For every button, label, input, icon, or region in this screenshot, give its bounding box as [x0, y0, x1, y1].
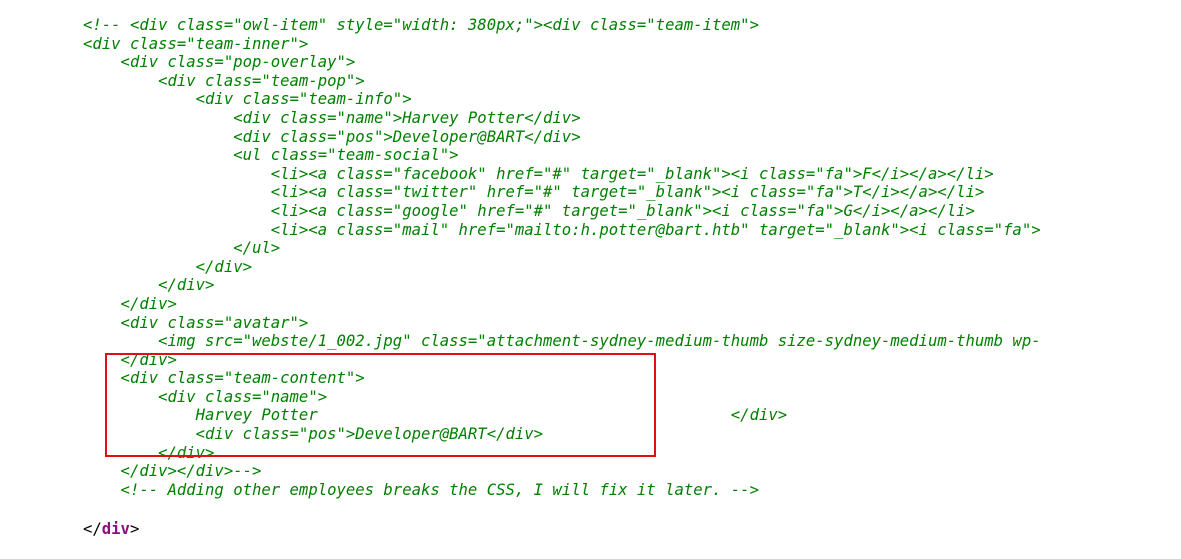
code-line: <ul class="team-social">: [83, 146, 459, 165]
code-line: </div>: [83, 257, 252, 276]
code-line: <div class="team-pop">: [83, 71, 365, 90]
code-line: <div class="pos">Developer@BART</div>: [83, 127, 581, 146]
code-line: <li><a class="google" href="#" target="_…: [83, 201, 975, 220]
source-code-view: <!-- <div class="owl-item" style="width:…: [0, 0, 1181, 559]
code-line: <div class="avatar">: [83, 313, 309, 332]
code-line: <li><a class="twitter" href="#" target="…: [83, 183, 985, 202]
code-line: <div class="name">: [83, 387, 328, 406]
code-line: <div class="name">Harvey Potter</div>: [83, 108, 581, 127]
code-line: <div class="pop-overlay">: [83, 53, 356, 72]
code-line: <li><a class="mail" href="mailto:h.potte…: [83, 220, 1041, 239]
code-line: </div></div>-->: [83, 462, 262, 481]
code-line: </ul>: [83, 239, 281, 258]
code-line: </div>: [83, 294, 177, 313]
closing-tag-close: >: [129, 520, 140, 538]
closing-tag-name: div: [101, 520, 130, 538]
code-line: <img src="webste/1_002.jpg" class="attac…: [83, 332, 1041, 351]
code-line: Harvey Potter </div>: [83, 406, 788, 425]
code-line: <div class="team-content">: [83, 369, 365, 388]
code-line: <!-- <div class="owl-item" style="width:…: [83, 16, 759, 34]
closing-div-tag: </div>: [83, 520, 139, 539]
code-line: <li><a class="facebook" href="#" target=…: [83, 164, 994, 183]
code-line: </div>: [83, 276, 215, 295]
html-comment-block: <!-- <div class="owl-item" style="width:…: [83, 16, 1041, 499]
code-line: </div>: [83, 350, 177, 369]
code-line: </div>: [83, 443, 215, 462]
code-line: <div class="team-info">: [83, 90, 412, 109]
code-line: <!-- Adding other employees breaks the C…: [83, 480, 759, 499]
closing-tag-open: </: [83, 520, 102, 538]
code-line: <div class="team-inner">: [83, 34, 309, 53]
code-line: <div class="pos">Developer@BART</div>: [83, 425, 544, 444]
